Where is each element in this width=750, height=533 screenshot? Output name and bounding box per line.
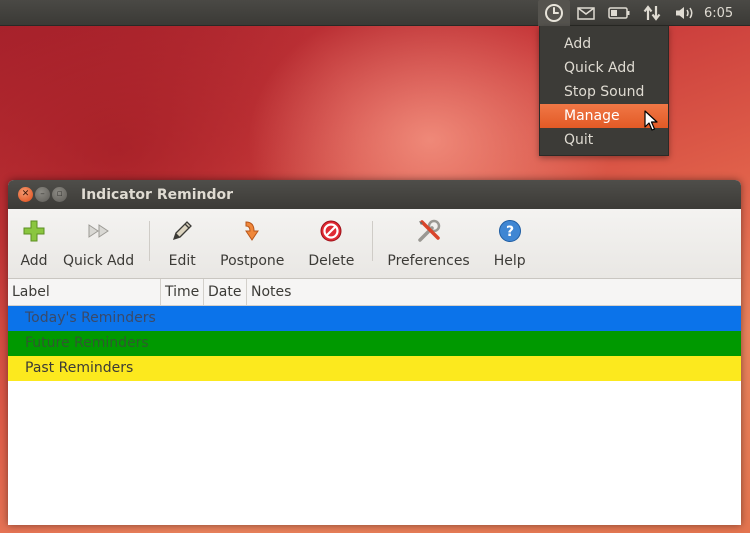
quick-add-label: Quick Add: [63, 253, 135, 269]
svg-text:?: ?: [506, 224, 514, 240]
reminder-list: Today's Reminders Future Reminders Past …: [8, 306, 741, 381]
delete-label: Delete: [308, 253, 355, 269]
help-button[interactable]: ? Help: [478, 217, 542, 269]
indicator-menu: Add Quick Add Stop Sound Manage Quit: [539, 26, 669, 156]
clock-icon[interactable]: [538, 0, 570, 26]
delete-button[interactable]: Delete: [296, 217, 366, 269]
preferences-label: Preferences: [387, 253, 470, 269]
maximize-icon[interactable]: ▫: [52, 187, 67, 202]
close-icon[interactable]: ✕: [18, 187, 33, 202]
preferences-button[interactable]: Preferences: [379, 217, 477, 269]
no-entry-icon: [317, 217, 345, 245]
toolbar-separator: [149, 221, 151, 261]
fast-forward-icon: [85, 217, 113, 245]
column-header-time[interactable]: Time: [161, 279, 204, 305]
indicator-remindor-window: ✕ – ▫ Indicator Remindor Add Quick Add E…: [8, 180, 741, 525]
column-header-label[interactable]: Label: [8, 279, 161, 305]
battery-icon[interactable]: [602, 0, 636, 26]
help-icon: ?: [496, 217, 524, 245]
add-label: Add: [20, 253, 48, 269]
tools-icon: [415, 217, 443, 245]
window-title: Indicator Remindor: [81, 186, 234, 203]
pencil-icon: [168, 217, 196, 245]
toolbar: Add Quick Add Edit Postpone Delete Prefe…: [8, 209, 741, 279]
help-label: Help: [493, 253, 526, 269]
postpone-button[interactable]: Postpone: [208, 217, 296, 269]
list-header: Label Time Date Notes: [8, 279, 741, 306]
network-icon[interactable]: [636, 0, 668, 26]
add-button[interactable]: Add: [14, 217, 54, 269]
mouse-cursor-icon: [644, 110, 658, 131]
group-row-future[interactable]: Future Reminders: [8, 331, 741, 356]
window-titlebar[interactable]: ✕ – ▫ Indicator Remindor: [8, 180, 741, 209]
menu-item-quick-add[interactable]: Quick Add: [540, 56, 668, 80]
postpone-label: Postpone: [220, 253, 285, 269]
indicator-tray: 6:05: [538, 0, 750, 26]
mail-icon[interactable]: [570, 0, 602, 26]
column-header-notes[interactable]: Notes: [247, 279, 741, 305]
top-panel: 6:05: [0, 0, 750, 26]
plus-icon: [20, 217, 48, 245]
menu-item-add[interactable]: Add: [540, 32, 668, 56]
toolbar-separator: [372, 221, 374, 261]
postpone-arrow-icon: [238, 217, 266, 245]
quick-add-button[interactable]: Quick Add: [54, 217, 143, 269]
group-row-today[interactable]: Today's Reminders: [8, 306, 741, 331]
clock-time[interactable]: 6:05: [702, 0, 750, 26]
edit-label: Edit: [168, 253, 196, 269]
column-header-date[interactable]: Date: [204, 279, 247, 305]
minimize-icon[interactable]: –: [35, 187, 50, 202]
menu-item-stop-sound[interactable]: Stop Sound: [540, 80, 668, 104]
group-row-past[interactable]: Past Reminders: [8, 356, 741, 381]
edit-button[interactable]: Edit: [156, 217, 208, 269]
window-controls: ✕ – ▫: [8, 187, 67, 202]
volume-icon[interactable]: [668, 0, 702, 26]
